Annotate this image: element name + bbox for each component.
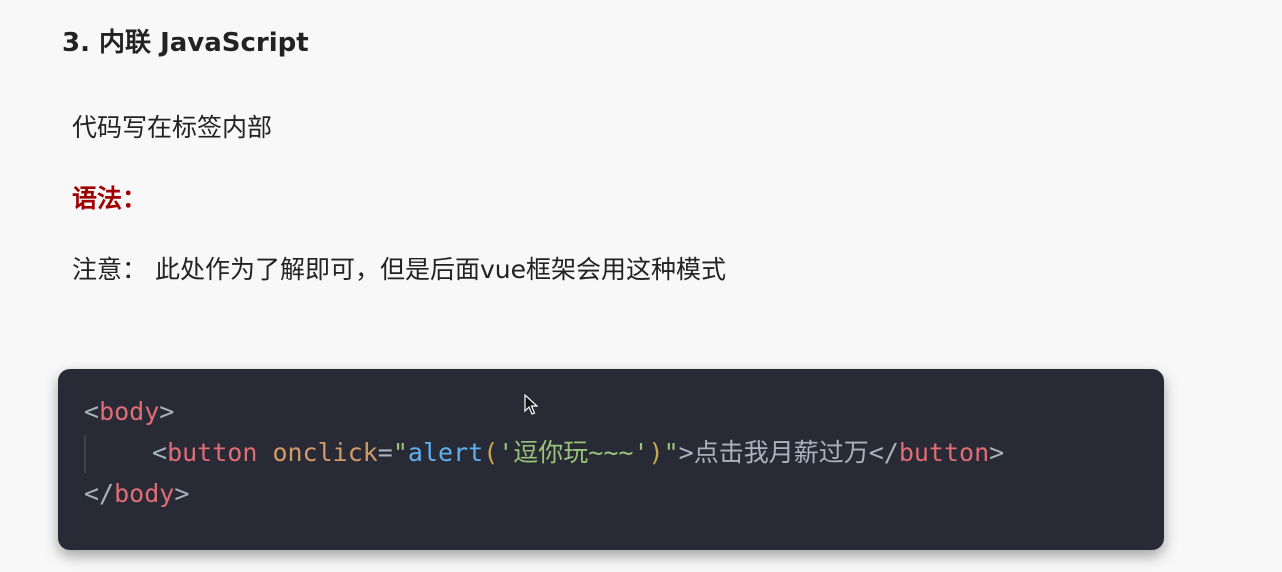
code-token-quote: " — [663, 438, 679, 467]
code-token-attr: onclick — [272, 438, 378, 467]
note-text: 注意： 此处作为了解即可，但是后面vue框架会用这种模式 — [72, 255, 726, 284]
code-token-tag: body — [114, 479, 175, 508]
code-token: > — [678, 438, 694, 467]
code-token: </ — [868, 438, 899, 467]
code-line-body-open: <body> — [84, 395, 174, 429]
code-token-function: alert — [407, 438, 484, 467]
code-token-paren: ( — [483, 438, 499, 467]
code-block: <body> <button onclick="alert('逗你玩~~~')"… — [58, 369, 1164, 550]
code-token-string: '逗你玩~~~' — [498, 438, 649, 467]
syntax-label: 语法： — [72, 184, 148, 213]
code-token: </ — [84, 479, 115, 508]
code-token-tag: button — [898, 438, 990, 467]
code-line-body-close: </body> — [84, 477, 189, 511]
code-token: < — [84, 397, 100, 426]
intro-text: 代码写在标签内部 — [72, 113, 273, 142]
code-token-paren: ) — [648, 438, 664, 467]
code-token-tag: body — [99, 397, 160, 426]
code-token-text: 点击我月薪过万 — [693, 438, 869, 467]
code-token: < — [152, 438, 168, 467]
section-heading: 3. 内联 JavaScript — [62, 28, 309, 58]
code-token-quote: " — [392, 438, 408, 467]
code-token: > — [174, 479, 190, 508]
code-token: > — [159, 397, 175, 426]
mouse-pointer-icon — [524, 394, 538, 415]
code-token: > — [989, 438, 1005, 467]
code-line-button: <button onclick="alert('逗你玩~~~')">点击我月薪过… — [152, 436, 1004, 470]
code-token-tag: button — [167, 438, 258, 467]
code-token: = — [377, 438, 393, 467]
indent-guide — [84, 435, 86, 473]
